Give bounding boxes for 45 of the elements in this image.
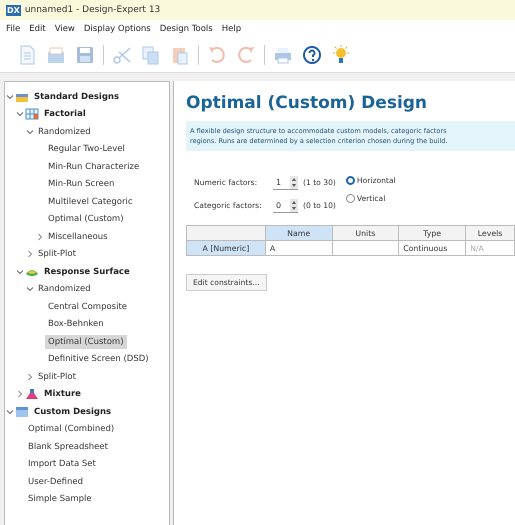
lightbulb-icon[interactable] <box>330 44 352 66</box>
spin-box[interactable]: 0 <box>273 198 298 213</box>
tree-item[interactable]: Custom Designs <box>31 404 114 419</box>
tree-item[interactable]: Definitive Screen (DSD) <box>45 352 152 366</box>
grid-icon <box>25 108 39 120</box>
spinner-arrows-icon[interactable] <box>290 176 298 188</box>
tree-item[interactable]: Standard Designs <box>31 90 122 104</box>
tree-item[interactable]: Mixture <box>41 387 84 402</box>
window-icon <box>15 406 29 418</box>
tree-item[interactable]: Split-Plot <box>35 370 79 384</box>
tree-item[interactable]: Factorial <box>41 107 89 122</box>
tree-item[interactable]: Randomized <box>35 124 94 139</box>
menu-item[interactable]: Edit <box>29 24 46 34</box>
tree-item[interactable]: Simple Sample <box>25 492 95 506</box>
menu-item[interactable]: Help <box>222 24 242 34</box>
help-icon[interactable] <box>301 44 323 66</box>
page-heading: Optimal (Custom) Design <box>186 93 428 113</box>
window-title: unnamed1 - Design-Expert 13 <box>24 5 160 15</box>
tree-item[interactable]: Response Surface <box>41 264 133 279</box>
menu-item[interactable]: View <box>54 24 75 34</box>
tree-item[interactable]: Import Data Set <box>25 457 99 472</box>
flask-icon <box>25 388 39 400</box>
app-logo: DX <box>6 4 21 16</box>
tree-item[interactable]: Miscellaneous <box>45 230 111 244</box>
menu-item[interactable]: File <box>6 24 20 34</box>
spin-box[interactable]: 1 <box>273 175 298 190</box>
tree-item[interactable]: Randomized <box>35 282 94 296</box>
radio-button[interactable] <box>346 194 355 203</box>
radio-button[interactable] <box>346 176 355 185</box>
tree-item[interactable]: Min-Run Characterize <box>45 160 142 174</box>
tree-item[interactable]: Box-Behnken <box>45 317 107 332</box>
menu-item[interactable]: Design Tools <box>160 24 213 34</box>
tree-item[interactable]: Split-Plot <box>35 247 79 262</box>
tree-item[interactable]: Optimal (Custom) <box>45 334 127 349</box>
spinner-arrows-icon[interactable] <box>290 198 298 212</box>
tree-item[interactable]: Optimal (Custom) <box>45 212 127 226</box>
menu-item[interactable]: Display Options <box>84 24 151 34</box>
tree-item[interactable]: Central Composite <box>45 300 130 314</box>
tree-item[interactable]: Multilevel Categoric <box>45 194 136 209</box>
tree-item[interactable]: Blank Spreadsheet <box>25 440 111 454</box>
tree-item[interactable]: User-Defined <box>25 474 86 489</box>
tree-item[interactable]: Min-Run Screen <box>45 177 118 192</box>
table-cell <box>332 240 399 256</box>
tree-item[interactable]: Optimal (Combined) <box>25 422 118 436</box>
tree-item[interactable]: Regular Two-Level <box>45 142 128 156</box>
